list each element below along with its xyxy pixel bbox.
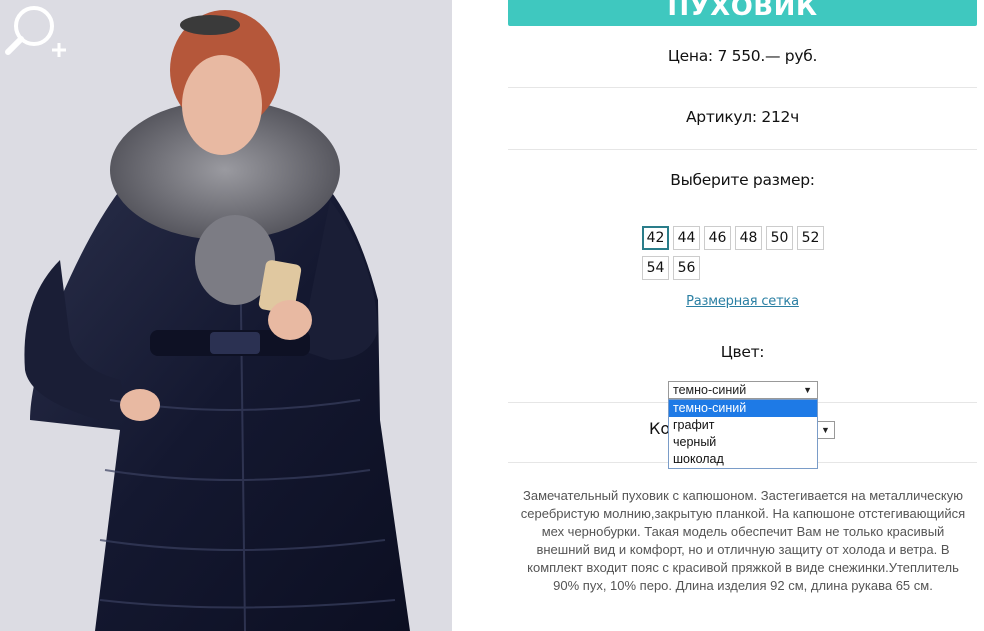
article-number: Артикул: 212ч: [686, 108, 799, 126]
product-description: Замечательный пуховик с капюшоном. Засте…: [520, 488, 966, 593]
size-chart-link-row: Размерная сетка: [508, 294, 977, 309]
zoom-in-icon[interactable]: [0, 0, 72, 64]
size-option-50[interactable]: 50: [766, 226, 793, 250]
size-option-42[interactable]: 42: [642, 226, 669, 250]
chevron-down-icon: ▼: [821, 425, 830, 435]
size-option-44[interactable]: 44: [673, 226, 700, 250]
size-option-56[interactable]: 56: [673, 256, 700, 280]
divider: [508, 87, 977, 88]
color-option-chocolate[interactable]: шоколад: [669, 451, 817, 468]
size-option-48[interactable]: 48: [735, 226, 762, 250]
size-option-52[interactable]: 52: [797, 226, 824, 250]
color-option-graphite[interactable]: графит: [669, 417, 817, 434]
divider: [508, 149, 977, 150]
product-title-text: ПУХОВИК: [667, 0, 818, 22]
color-dropdown-list: темно-синий графит черный шоколад: [668, 399, 818, 469]
model-in-coat-image: [24, 10, 410, 631]
size-option-54[interactable]: 54: [642, 256, 669, 280]
color-label: Цвет:: [720, 343, 765, 361]
quantity-select[interactable]: ▼: [817, 421, 835, 439]
size-chart-link[interactable]: Размерная сетка: [686, 294, 799, 309]
quantity-label: Ко: [649, 419, 671, 438]
product-photo[interactable]: [0, 0, 452, 631]
choose-size-label: Выберите размер:: [670, 171, 815, 189]
chevron-down-icon: ▼: [803, 385, 812, 395]
product-title: ПУХОВИК: [508, 0, 977, 26]
color-option-black[interactable]: черный: [669, 434, 817, 451]
price: Цена: 7 550.— руб.: [667, 47, 818, 65]
color-select-value: темно-синий: [673, 383, 747, 397]
color-select[interactable]: темно-синий ▼: [668, 381, 818, 399]
color-option-dark-blue[interactable]: темно-синий: [669, 400, 817, 417]
size-option-46[interactable]: 46: [704, 226, 731, 250]
